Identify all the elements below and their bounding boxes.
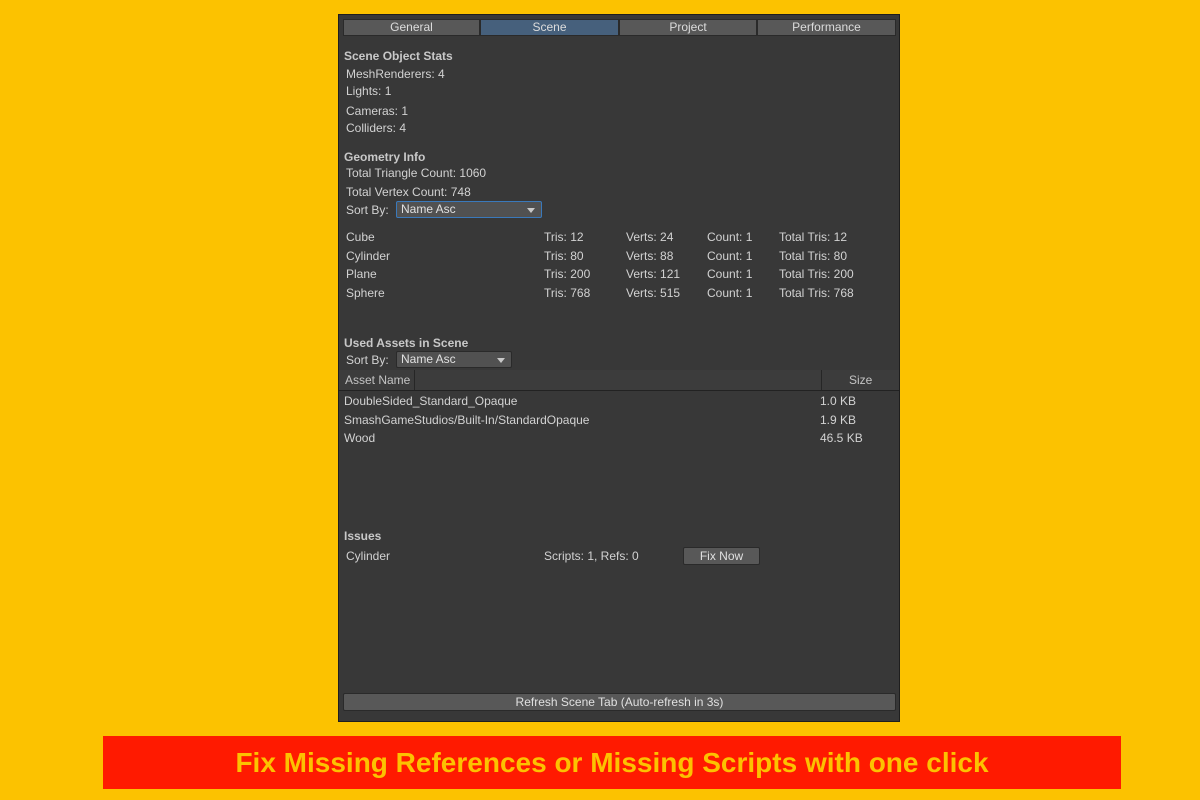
geometry-info-heading: Geometry Info (344, 150, 426, 164)
scene-stats-window: General Scene Project Performance Scene … (338, 14, 900, 722)
tab-scene[interactable]: Scene (480, 19, 619, 36)
geometry-sort-dropdown[interactable]: Name Asc (396, 201, 542, 218)
column-divider[interactable] (414, 370, 415, 390)
geo-name: Cylinder (346, 249, 391, 263)
geo-count: Count: 1 (707, 267, 753, 281)
tab-general[interactable]: General (343, 19, 480, 36)
tab-performance[interactable]: Performance (757, 19, 896, 36)
issues-heading: Issues (344, 529, 382, 543)
geo-verts: Verts: 88 (626, 249, 674, 263)
stat-cameras: Cameras: 1 (346, 104, 409, 118)
assets-sort-label: Sort By: (346, 353, 389, 367)
total-vertex-count: Total Vertex Count: 748 (346, 185, 471, 199)
issue-object-name: Cylinder (346, 549, 391, 563)
column-divider[interactable] (821, 370, 822, 390)
geo-name: Plane (346, 267, 377, 281)
col-asset-name[interactable]: Asset Name (345, 373, 410, 387)
refresh-scene-tab-button[interactable]: Refresh Scene Tab (Auto-refresh in 3s) (343, 693, 896, 711)
total-triangle-count: Total Triangle Count: 1060 (346, 166, 487, 180)
geo-total-tris: Total Tris: 200 (779, 267, 854, 281)
assets-table-header: Asset Name Size (339, 370, 899, 391)
stat-meshrenderers: MeshRenderers: 4 (346, 67, 445, 81)
assets-sort-value: Name Asc (401, 352, 456, 366)
geo-count: Count: 1 (707, 249, 753, 263)
geo-name: Sphere (346, 286, 385, 300)
geo-verts: Verts: 515 (626, 286, 681, 300)
geo-total-tris: Total Tris: 12 (779, 230, 848, 244)
asset-name[interactable]: SmashGameStudios/Built-In/StandardOpaque (344, 413, 589, 427)
asset-name[interactable]: DoubleSided_Standard_Opaque (344, 394, 517, 408)
promo-banner: Fix Missing References or Missing Script… (103, 736, 1121, 789)
chevron-down-icon (527, 208, 535, 213)
tab-project[interactable]: Project (619, 19, 757, 36)
geo-total-tris: Total Tris: 80 (779, 249, 848, 263)
chevron-down-icon (497, 358, 505, 363)
geo-count: Count: 1 (707, 230, 753, 244)
geometry-sort-value: Name Asc (401, 202, 456, 216)
geo-verts: Verts: 24 (626, 230, 674, 244)
stat-lights: Lights: 1 (346, 84, 392, 98)
geo-verts: Verts: 121 (626, 267, 681, 281)
geo-tris: Tris: 200 (544, 267, 591, 281)
geo-name: Cube (346, 230, 375, 244)
assets-sort-dropdown[interactable]: Name Asc (396, 351, 512, 368)
used-assets-heading: Used Assets in Scene (344, 336, 469, 350)
col-size[interactable]: Size (849, 373, 872, 387)
geo-tris: Tris: 12 (544, 230, 584, 244)
asset-size[interactable]: 46.5 KB (820, 431, 863, 445)
geo-tris: Tris: 80 (544, 249, 584, 263)
fix-now-button[interactable]: Fix Now (683, 547, 760, 565)
asset-size[interactable]: 1.0 KB (820, 394, 856, 408)
geo-tris: Tris: 768 (544, 286, 591, 300)
asset-name[interactable]: Wood (344, 431, 375, 445)
asset-size[interactable]: 1.9 KB (820, 413, 856, 427)
geo-count: Count: 1 (707, 286, 753, 300)
geometry-sort-label: Sort By: (346, 203, 389, 217)
scene-object-stats-heading: Scene Object Stats (344, 49, 453, 63)
stat-colliders: Colliders: 4 (346, 121, 407, 135)
geo-total-tris: Total Tris: 768 (779, 286, 854, 300)
issue-detail: Scripts: 1, Refs: 0 (544, 549, 639, 563)
